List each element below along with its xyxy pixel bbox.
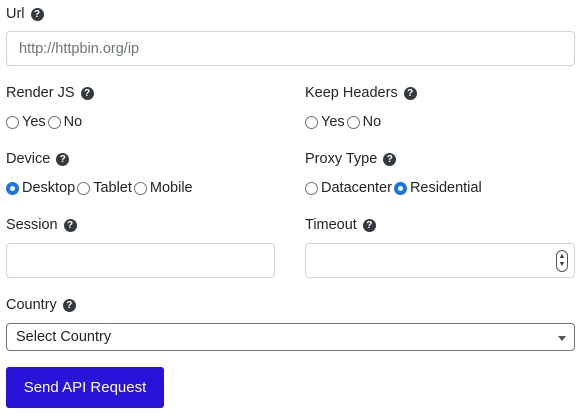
- proxy-datacenter-option[interactable]: Datacenter: [305, 180, 392, 196]
- keep-headers-yes-option[interactable]: Yes: [305, 114, 345, 130]
- help-icon[interactable]: ?: [30, 7, 44, 21]
- session-input[interactable]: [6, 243, 275, 278]
- help-icon[interactable]: ?: [383, 152, 397, 166]
- url-label-text: Url: [6, 6, 25, 22]
- proxy-type-options: Datacenter Residential: [305, 177, 484, 199]
- country-label: Country ?: [6, 294, 76, 316]
- render-js-label-text: Render JS: [6, 85, 75, 101]
- keep-headers-yes-label: Yes: [321, 114, 345, 130]
- radio-icon[interactable]: [305, 115, 318, 129]
- render-js-no-option[interactable]: No: [47, 114, 83, 130]
- keep-headers-label-text: Keep Headers: [305, 85, 398, 101]
- keep-headers-no-label: No: [362, 114, 382, 130]
- radio-checked-icon[interactable]: [393, 181, 407, 195]
- radio-icon[interactable]: [305, 181, 318, 195]
- url-input[interactable]: http://httpbin.org/ip: [6, 31, 575, 66]
- keep-headers-label: Keep Headers ?: [305, 82, 417, 104]
- chevron-down-icon: [558, 336, 566, 341]
- device-label-text: Device: [6, 151, 51, 167]
- timeout-label-text: Timeout: [305, 217, 357, 233]
- country-select-value: Select Country: [16, 329, 112, 345]
- proxy-type-label: Proxy Type ?: [305, 148, 397, 170]
- session-label: Session ?: [6, 214, 77, 236]
- spinner-up-icon[interactable]: ▲: [559, 253, 566, 261]
- render-js-yes-label: Yes: [22, 114, 46, 130]
- spinner-down-icon[interactable]: ▼: [559, 261, 566, 269]
- help-icon[interactable]: ?: [56, 152, 70, 166]
- url-label: Url ?: [6, 3, 44, 25]
- country-label-text: Country: [6, 297, 57, 313]
- device-mobile-option[interactable]: Mobile: [133, 180, 193, 196]
- device-desktop-label: Desktop: [22, 180, 76, 196]
- render-js-no-label: No: [63, 114, 83, 130]
- device-tablet-option[interactable]: Tablet: [77, 180, 132, 196]
- proxy-type-label-text: Proxy Type: [305, 151, 378, 167]
- device-options: Desktop Tablet Mobile: [6, 177, 195, 199]
- number-spinner-icon[interactable]: ▲ ▼: [556, 250, 568, 272]
- help-icon[interactable]: ?: [362, 218, 376, 232]
- radio-icon[interactable]: [133, 181, 147, 195]
- timeout-label: Timeout ?: [305, 214, 376, 236]
- help-icon[interactable]: ?: [63, 218, 77, 232]
- device-desktop-option[interactable]: Desktop: [6, 180, 75, 196]
- render-js-yes-option[interactable]: Yes: [6, 114, 46, 130]
- proxy-residential-label: Residential: [409, 180, 482, 196]
- timeout-input[interactable]: ▲ ▼: [305, 243, 575, 278]
- help-icon[interactable]: ?: [403, 86, 417, 100]
- radio-icon[interactable]: [77, 181, 91, 195]
- proxy-datacenter-label: Datacenter: [321, 180, 392, 196]
- send-api-request-button[interactable]: Send API Request: [6, 367, 164, 408]
- keep-headers-options: Yes No: [305, 111, 383, 133]
- radio-checked-icon[interactable]: [6, 181, 19, 195]
- radio-icon[interactable]: [346, 115, 360, 129]
- render-js-label: Render JS ?: [6, 82, 94, 104]
- session-label-text: Session: [6, 217, 58, 233]
- radio-icon[interactable]: [6, 115, 19, 129]
- country-select[interactable]: Select Country: [6, 323, 575, 351]
- proxy-residential-option[interactable]: Residential: [393, 180, 482, 196]
- render-js-options: Yes No: [6, 111, 84, 133]
- radio-icon[interactable]: [47, 115, 61, 129]
- device-label: Device ?: [6, 148, 70, 170]
- help-icon[interactable]: ?: [62, 298, 76, 312]
- device-mobile-label: Mobile: [149, 180, 193, 196]
- help-icon[interactable]: ?: [80, 86, 94, 100]
- device-tablet-label: Tablet: [93, 180, 132, 196]
- keep-headers-no-option[interactable]: No: [346, 114, 382, 130]
